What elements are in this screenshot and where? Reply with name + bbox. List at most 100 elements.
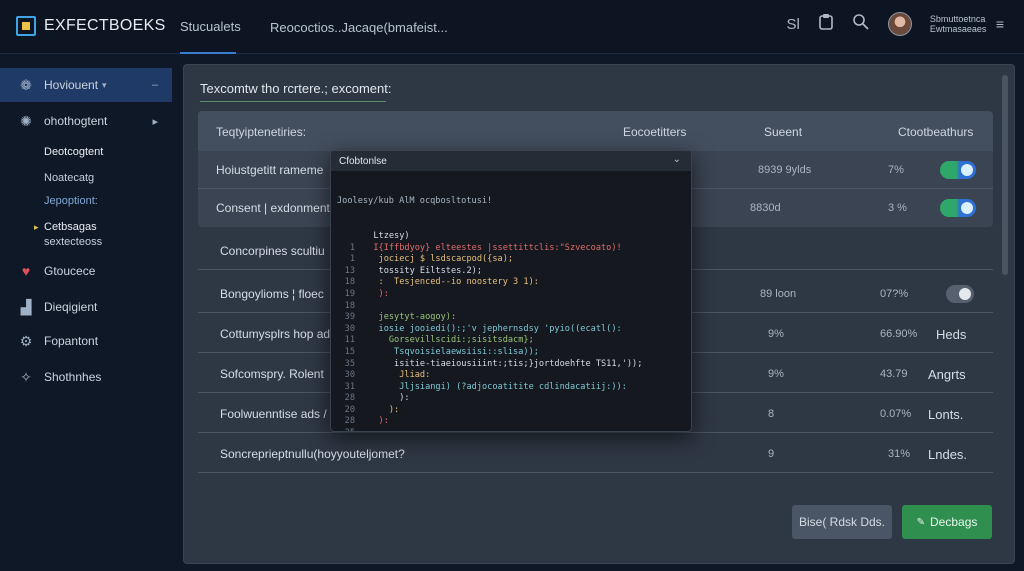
bar-chart-icon: ▟: [20, 298, 32, 315]
primary-button-label: Decbags: [930, 515, 978, 529]
user-info[interactable]: Sbmuttoetnca Ewtmasaeaes: [929, 14, 987, 34]
top-icons: Sl Sbmuttoetnca Ewtmasaeaes ≡: [786, 12, 1004, 36]
item-name: Sofcomspry. Rolent: [220, 367, 324, 381]
chevron-down-icon[interactable]: ⌄: [673, 154, 681, 165]
bullet-icon: ▸: [34, 222, 39, 232]
cog-icon: ⚙: [19, 332, 33, 349]
sidebar-subitem-4[interactable]: Cetbsagas: [44, 221, 97, 233]
code-text: : Tesjenced--io noostery 3 1):: [363, 277, 539, 288]
col-header-2[interactable]: Eocoetitters: [623, 125, 686, 139]
sidebar-item-label: Dieqigient: [44, 300, 98, 314]
code-popup[interactable]: Cfobtonlse ⌄ Joolesy/kub AlM ocqbosltotu…: [330, 150, 692, 432]
brand-logo-icon: [16, 16, 36, 36]
hamburger-menu-icon[interactable]: ≡: [996, 16, 1004, 32]
line-number: 30: [344, 323, 355, 334]
avatar[interactable]: [887, 12, 912, 36]
sidebar-item-6[interactable]: ✧ Shothnhes: [0, 360, 172, 394]
row-value: 8830d: [750, 202, 781, 214]
sidebar-item-4[interactable]: ▟ Dieqigient: [0, 290, 172, 324]
sidebar-item-label: Hoviouent: [44, 78, 99, 92]
line-number: 18: [344, 277, 355, 288]
sidebar-subitem-1[interactable]: Deotcogtent: [44, 146, 103, 158]
panel-title: Texcomtw tho rcrtere.; excoment:: [200, 81, 392, 96]
user-name: Sbmuttoetnca: [929, 14, 986, 24]
item-col1: 9%: [768, 328, 784, 340]
line-number: 25: [337, 428, 355, 431]
code-line: 30 Jliad:: [337, 370, 685, 382]
scrollbar[interactable]: [1002, 75, 1008, 275]
sidebar-item-2[interactable]: ✺ ohothogtent ▸: [0, 104, 172, 138]
sidebar-subitem-2[interactable]: Noatecatg: [44, 172, 94, 184]
line-number: 28: [344, 393, 355, 404]
item-col3: Lonts.: [928, 407, 964, 422]
nav-tab-1[interactable]: Stucualets: [180, 0, 241, 54]
row-pct: 3 %: [888, 202, 907, 214]
code-text: tossity Eiltstes.2);: [363, 265, 482, 276]
secondary-button[interactable]: Bise( Rdsk Dds.: [792, 505, 892, 539]
code-body[interactable]: Joolesy/kub AlM ocqbosltotusi! Ltzesy) 1 …: [331, 171, 691, 431]
sidebar-item-5[interactable]: ⚙ Fopantont: [0, 324, 172, 358]
item-name: Cottumysplrs hop adi: [220, 327, 333, 341]
toggle-switch[interactable]: [940, 161, 976, 179]
sidebar-item-3[interactable]: ♥ Gtoucece: [0, 254, 172, 288]
primary-button[interactable]: ✎ Decbags: [902, 505, 992, 539]
sidebar-item-label: Gtoucece: [44, 264, 96, 278]
toggle-switch[interactable]: [940, 199, 976, 217]
top-bar: EXFECTBOEKS Stucualets Reococtios..Jacaq…: [0, 0, 1024, 54]
line-number: 30: [344, 370, 355, 381]
col-header-name[interactable]: Teqtyiptenetiries:: [216, 125, 306, 139]
row-pct: 7%: [888, 164, 904, 176]
toggle-switch[interactable]: [946, 285, 974, 303]
list-item[interactable]: Soncreprieptnullu(hoyyouteljomet? 9 31% …: [198, 435, 993, 473]
sidebar-subitem-5[interactable]: sextecteoss: [44, 236, 102, 248]
col-header-4[interactable]: Ctootbeathurs: [898, 125, 973, 139]
code-line: 18: [337, 301, 685, 313]
code-line: 1 jociecj $ lsdscacpod({sa);: [337, 254, 685, 266]
title-underline: [200, 101, 386, 102]
code-text: ):: [363, 393, 410, 404]
code-text: Gorsevillscidi:;sisitsdacm};: [363, 335, 534, 346]
clipboard-icon[interactable]: [818, 13, 834, 35]
sidebar-subitem-3[interactable]: Jepoptiont:: [44, 195, 98, 207]
line-number: 28: [344, 416, 355, 427]
sidebar: ❁ Hoviouent ▾ – ✺ ohothogtent ▸ Deotcogt…: [0, 54, 172, 571]
item-name: Concorpines scultiu: [220, 244, 325, 258]
heart-icon: ♥: [21, 263, 31, 279]
line-number: 1: [349, 254, 355, 265]
code-text: Tsqvoisielaewsiisi::slisa));: [363, 346, 539, 357]
line-number: 39: [344, 312, 355, 323]
code-text: Jliad:: [363, 370, 431, 381]
code-line: 20 ):: [337, 405, 685, 417]
code-text: I{Iffbdyoy} elteestes |ssettittclis:"Szv…: [363, 242, 622, 253]
sidebar-item-label: ohothogtent: [44, 114, 108, 128]
code-line: Ltzesy): [337, 231, 685, 243]
collapse-icon[interactable]: –: [152, 79, 158, 91]
code-text: iosie jooiedi():;'v jephernsdsy 'pyio((e…: [363, 323, 622, 334]
code-line: 25: [337, 428, 685, 431]
brand[interactable]: EXFECTBOEKS: [16, 16, 166, 36]
code-header-line: Joolesy/kub AlM ocqbosltotusi!: [337, 196, 493, 207]
item-name: Bongoylioms ¦ floec: [220, 287, 324, 301]
code-text: jesytyt-aogoy):: [363, 312, 457, 323]
item-col2: 0.07%: [880, 408, 912, 420]
col-header-3[interactable]: Sueent: [764, 125, 802, 139]
code-line: 28 ):: [337, 416, 685, 428]
code-line: 11 Gorsevillscidi:;sisitsdacm};: [337, 335, 685, 347]
code-text: ):: [363, 404, 400, 415]
search-icon[interactable]: [852, 13, 870, 35]
sidebar-item-1[interactable]: ❁ Hoviouent ▾ –: [0, 68, 172, 102]
nav-tab-2[interactable]: Reococtios..Jacaqe(bmafeist...: [270, 0, 448, 54]
line-number: 18: [344, 300, 355, 311]
settings-icon[interactable]: Sl: [786, 16, 799, 33]
item-col1: 9%: [768, 368, 784, 380]
item-col2: 66.90%: [880, 328, 918, 340]
line-number: 11: [344, 335, 355, 346]
line-number: 35: [344, 358, 355, 369]
line-number: 31: [344, 381, 355, 392]
code-line: 13 tossity Eiltstes.2);: [337, 266, 685, 278]
gear-icon: ✺: [20, 112, 32, 129]
sidebar-item-label: Fopantont: [44, 334, 99, 348]
code-text: Ltzesy): [363, 230, 410, 241]
table-header: Teqtyiptenetiries: Eocoetitters Sueent C…: [198, 111, 993, 151]
code-text: isitie-tiaeiousiiint:;tis;}jortdoehfte T…: [363, 358, 643, 369]
